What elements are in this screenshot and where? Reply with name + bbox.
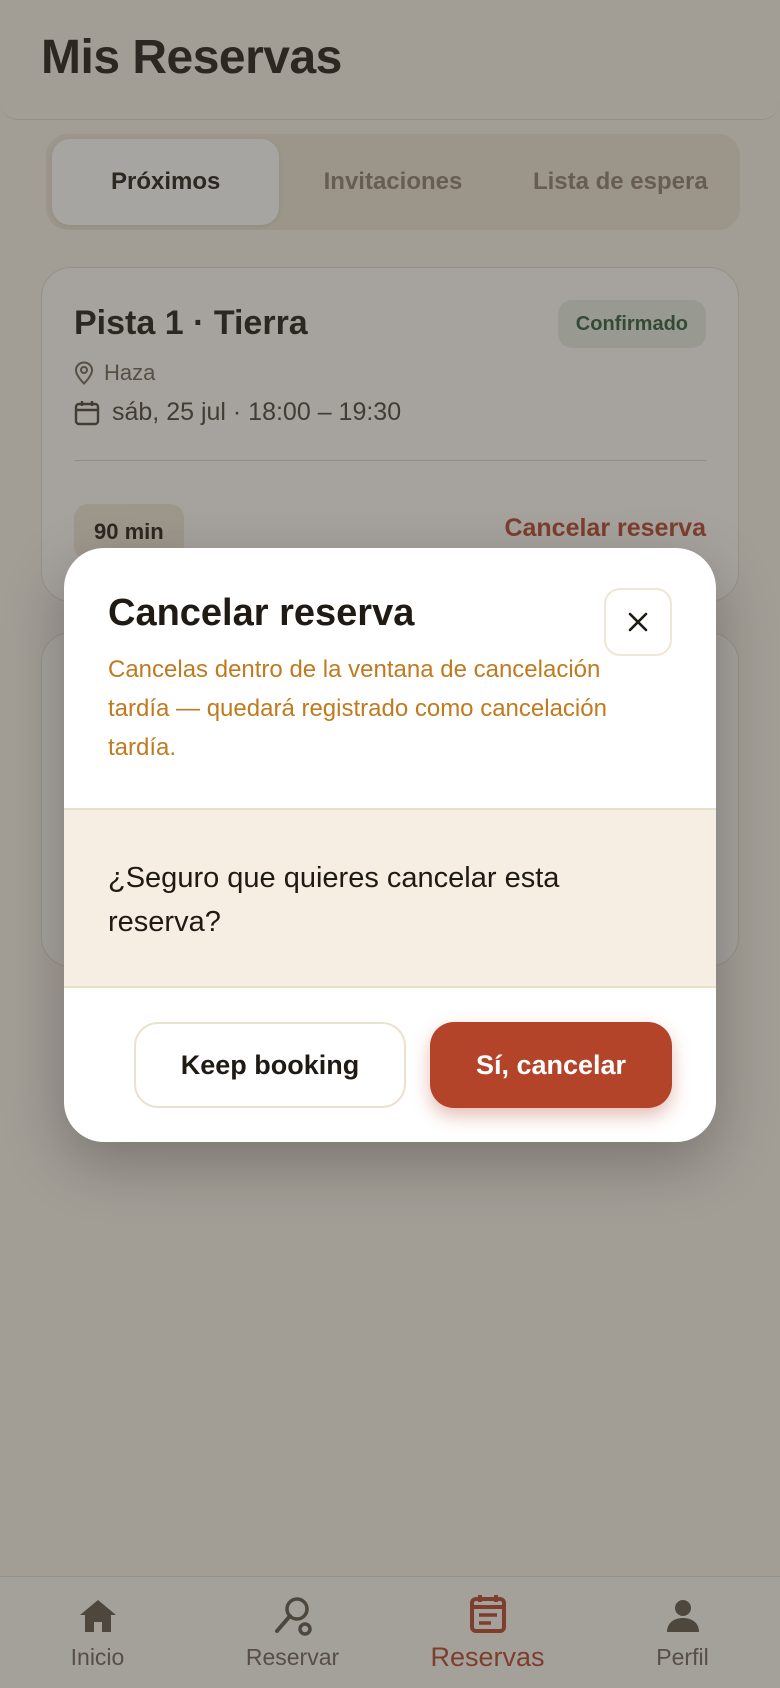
confirm-cancel-button[interactable]: Sí, cancelar <box>430 1022 672 1108</box>
app-root: Mis Reservas Próximos Invitaciones Lista… <box>0 0 780 1688</box>
close-icon <box>628 612 648 632</box>
dialog-title: Cancelar reserva <box>108 592 415 634</box>
confirm-question: ¿Seguro que quieres cancelar esta reserv… <box>108 862 560 938</box>
dialog-body: ¿Seguro que quieres cancelar esta reserv… <box>64 808 716 988</box>
keep-booking-button[interactable]: Keep booking <box>134 1022 406 1108</box>
cancel-dialog: Cancelar reserva Cancelas dentro de la v… <box>64 548 716 1142</box>
close-button[interactable] <box>604 588 672 656</box>
late-cancel-warning: Cancelas dentro de la ventana de cancela… <box>108 656 607 761</box>
